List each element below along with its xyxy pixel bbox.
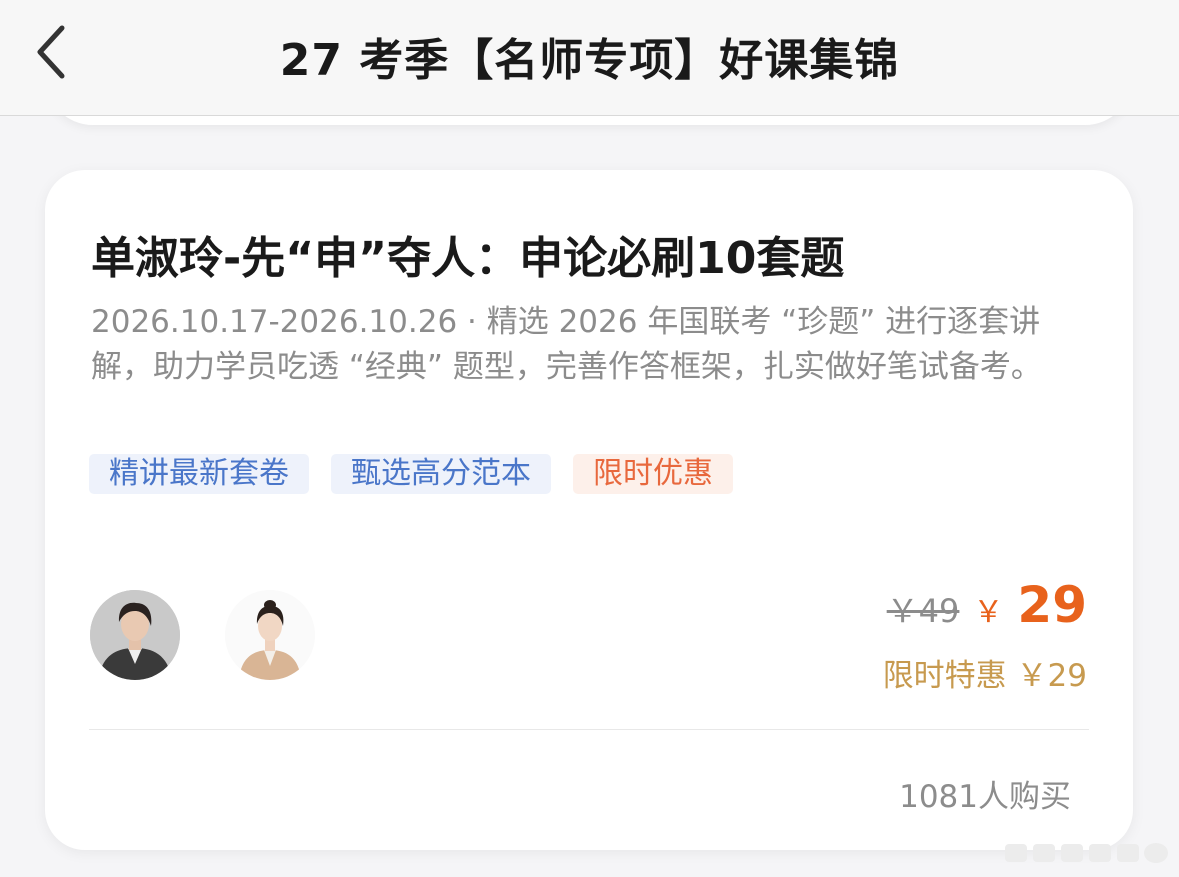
watermark-logo [1001, 838, 1171, 868]
divider [89, 729, 1089, 730]
promo-price: 限时特惠 ￥29 [882, 658, 1087, 694]
tag-limited-offer: 限时优惠 [573, 454, 733, 494]
course-description: 2026.10.17-2026.10.26 · 精选 2026 年国联考 “珍题… [91, 304, 1042, 385]
teacher-avatar[interactable] [225, 590, 315, 680]
price-row: ￥49 ￥ 29 [887, 576, 1087, 634]
tag-model-essays: 甄选高分范本 [331, 454, 551, 494]
teacher-avatar[interactable] [90, 590, 180, 680]
course-card[interactable]: 单淑玲-先“申”夺人：申论必刷10套题 2026.10.17-2026.10.2… [45, 170, 1133, 850]
currency-symbol: ￥ [973, 595, 1004, 630]
tag-list: 精讲最新套卷 甄选高分范本 限时优惠 [89, 454, 733, 494]
page-title: 27 考季【名师专项】好课集锦 [279, 35, 900, 86]
current-price: 29 [1017, 576, 1087, 634]
course-title: 单淑玲-先“申”夺人：申论必刷10套题 [91, 233, 845, 284]
original-price: ￥49 [886, 592, 960, 630]
tag-intensive-lecture: 精讲最新套卷 [89, 454, 309, 494]
buyer-count: 1081人购买 [899, 779, 1071, 815]
navigation-bar: 27 考季【名师专项】好课集锦 [0, 0, 1179, 116]
